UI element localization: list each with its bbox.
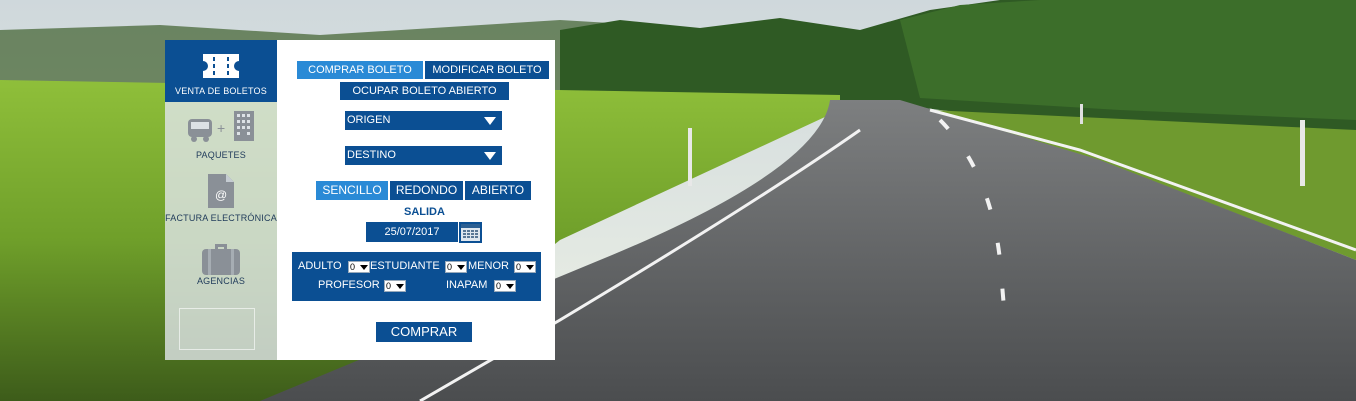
- inapam-label: INAPAM: [446, 279, 488, 291]
- sidebar-item-label: FACTURA ELECTRÓNICA: [165, 213, 277, 223]
- svg-text:@: @: [215, 188, 227, 202]
- sidebar-item-agencias[interactable]: AGENCIAS: [165, 238, 277, 292]
- destino-select[interactable]: DESTINO: [345, 146, 502, 165]
- adulto-select[interactable]: 0: [348, 261, 370, 273]
- profesor-value: 0: [386, 281, 392, 291]
- sidebar-item-factura-electronica[interactable]: @ FACTURA ELECTRÓNICA: [165, 170, 277, 230]
- estudiante-select[interactable]: 0: [445, 261, 467, 273]
- sidebar-item-label: AGENCIAS: [196, 276, 246, 286]
- ticket-icon: [201, 52, 241, 85]
- tab-modificar-boleto[interactable]: MODIFICAR BOLETO: [425, 61, 549, 79]
- chevron-down-icon: [484, 117, 496, 125]
- trip-type-redondo[interactable]: REDONDO: [390, 181, 463, 200]
- chevron-down-icon: [360, 265, 368, 270]
- trip-type-sencillo[interactable]: SENCILLO: [316, 181, 388, 200]
- tab-comprar-boleto[interactable]: COMPRAR BOLETO: [297, 61, 423, 79]
- bus-hotel-icon: +: [186, 109, 256, 148]
- sidebar-item-label: VENTA DE BOLETOS: [175, 86, 267, 96]
- sidebar-item-venta-de-boletos[interactable]: VENTA DE BOLETOS: [165, 40, 277, 102]
- destino-value: DESTINO: [347, 149, 396, 161]
- menor-label: MENOR: [468, 260, 509, 272]
- salida-label: SALIDA: [404, 206, 445, 218]
- menor-value: 0: [516, 262, 522, 272]
- sidebar: VENTA DE BOLETOS + PAQUETES @ FACTURA EL…: [165, 40, 277, 360]
- sidebar-item-label: PAQUETES: [196, 150, 246, 160]
- chevron-down-icon: [506, 284, 514, 289]
- passengers-box: ADULTO 0 ESTUDIANTE 0 MENOR 0 PROFESOR 0…: [292, 252, 541, 301]
- briefcase-icon: [200, 240, 242, 281]
- svg-text:+: +: [217, 120, 225, 136]
- profesor-label: PROFESOR: [318, 279, 380, 291]
- adulto-value: 0: [350, 262, 356, 272]
- invoice-file-icon: @: [206, 172, 236, 215]
- inapam-value: 0: [496, 281, 502, 291]
- profesor-select[interactable]: 0: [384, 280, 406, 292]
- origen-select[interactable]: ORIGEN: [345, 111, 502, 130]
- trip-type-abierto[interactable]: ABIERTO: [465, 181, 531, 200]
- chevron-down-icon: [484, 152, 496, 160]
- estudiante-label: ESTUDIANTE: [370, 260, 440, 272]
- origen-value: ORIGEN: [347, 114, 391, 126]
- salida-date-field[interactable]: 25/07/2017: [366, 222, 458, 242]
- sidebar-item-paquetes[interactable]: + PAQUETES: [165, 106, 277, 162]
- chevron-down-icon: [457, 265, 465, 270]
- booking-panel: COMPRAR BOLETO MODIFICAR BOLETO OCUPAR B…: [277, 40, 555, 360]
- adulto-label: ADULTO: [298, 260, 342, 272]
- estudiante-value: 0: [447, 262, 453, 272]
- chevron-down-icon: [526, 265, 534, 270]
- comprar-button[interactable]: COMPRAR: [376, 322, 472, 342]
- chevron-down-icon: [396, 284, 404, 289]
- tab-ocupar-boleto-abierto[interactable]: OCUPAR BOLETO ABIERTO: [340, 82, 509, 100]
- menor-select[interactable]: 0: [514, 261, 536, 273]
- calendar-icon[interactable]: [459, 222, 482, 243]
- sidebar-frame-decoration: [179, 308, 255, 350]
- inapam-select[interactable]: 0: [494, 280, 516, 292]
